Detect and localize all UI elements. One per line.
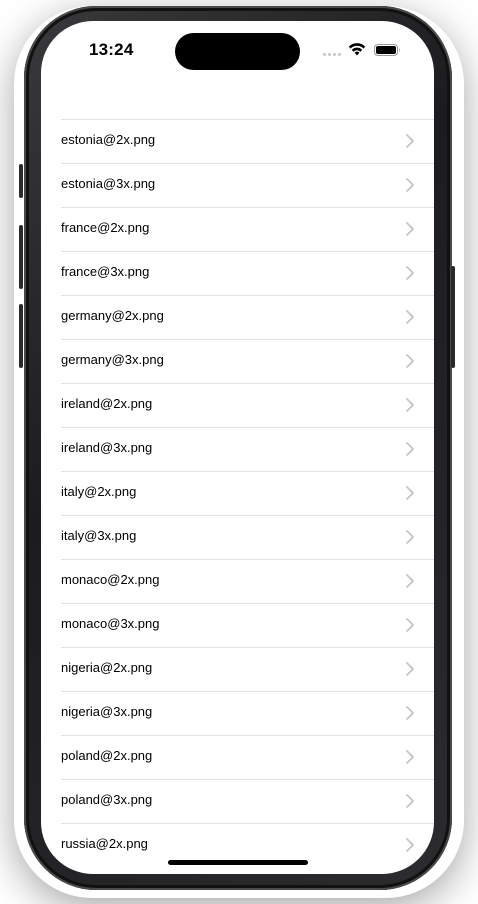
file-name-label: monaco@3x.png	[61, 616, 160, 631]
file-name-label: monaco@2x.png	[61, 572, 160, 587]
chevron-right-icon	[406, 354, 414, 368]
list-item[interactable]: italy@2x.png	[41, 471, 434, 515]
chevron-right-icon	[406, 222, 414, 236]
list-item[interactable]: france@3x.png	[41, 251, 434, 295]
chevron-right-icon	[406, 662, 414, 676]
list-item[interactable]: italy@3x.png	[41, 515, 434, 559]
file-name-label: italy@2x.png	[61, 484, 137, 499]
chevron-right-icon	[406, 442, 414, 456]
chevron-right-icon	[406, 266, 414, 280]
chevron-right-icon	[406, 574, 414, 588]
list-item[interactable]: estonia@2x.png	[41, 119, 434, 163]
file-name-label: italy@3x.png	[61, 528, 137, 543]
list-item[interactable]: germany@2x.png	[41, 295, 434, 339]
chevron-right-icon	[406, 310, 414, 324]
list-item[interactable]: nigeria@3x.png	[41, 691, 434, 735]
file-name-label: nigeria@2x.png	[61, 660, 153, 675]
chevron-right-icon	[406, 486, 414, 500]
file-name-label: germany@3x.png	[61, 352, 164, 367]
file-name-label: poland@3x.png	[61, 792, 153, 807]
volume-up-button	[19, 225, 23, 289]
file-name-label: nigeria@3x.png	[61, 704, 153, 719]
chevron-right-icon	[406, 618, 414, 632]
file-name-label: estonia@3x.png	[61, 176, 156, 191]
chevron-right-icon	[406, 398, 414, 412]
power-button	[451, 266, 455, 368]
cellular-signal-icon	[323, 53, 343, 57]
list-item[interactable]: monaco@2x.png	[41, 559, 434, 603]
screen: 13:24 estonia@2x.png estonia@3x.png france…	[41, 21, 434, 874]
file-name-label: russia@2x.png	[61, 836, 148, 851]
list-item[interactable]: poland@3x.png	[41, 779, 434, 823]
file-list: estonia@2x.png estonia@3x.png france@2x.pn…	[41, 119, 434, 867]
volume-down-button	[19, 304, 23, 368]
file-name-label: france@3x.png	[61, 264, 150, 279]
list-item[interactable]: germany@3x.png	[41, 339, 434, 383]
file-name-label: estonia@2x.png	[61, 132, 156, 147]
status-time: 13:24	[89, 40, 134, 59]
dynamic-island	[175, 33, 300, 70]
home-indicator[interactable]	[168, 860, 308, 865]
list-item[interactable]: ireland@2x.png	[41, 383, 434, 427]
chevron-right-icon	[406, 750, 414, 764]
chevron-right-icon	[406, 794, 414, 808]
list-item[interactable]: estonia@3x.png	[41, 163, 434, 207]
chevron-right-icon	[406, 838, 414, 852]
file-name-label: poland@2x.png	[61, 748, 153, 763]
chevron-right-icon	[406, 178, 414, 192]
battery-icon	[374, 44, 400, 56]
list-item[interactable]: ireland@3x.png	[41, 427, 434, 471]
file-name-label: france@2x.png	[61, 220, 150, 235]
file-name-label: ireland@2x.png	[61, 396, 153, 411]
list-item[interactable]: france@2x.png	[41, 207, 434, 251]
file-name-label: ireland@3x.png	[61, 440, 153, 455]
status-bar: 13:24	[41, 21, 434, 81]
wifi-icon	[348, 43, 366, 56]
silent-switch	[19, 164, 23, 198]
list-item[interactable]: monaco@3x.png	[41, 603, 434, 647]
chevron-right-icon	[406, 134, 414, 148]
stage: 13:24 estonia@2x.png estonia@3x.png france…	[0, 0, 478, 904]
chevron-right-icon	[406, 706, 414, 720]
chevron-right-icon	[406, 530, 414, 544]
list-item[interactable]: poland@2x.png	[41, 735, 434, 779]
file-name-label: germany@2x.png	[61, 308, 164, 323]
list-item[interactable]: nigeria@2x.png	[41, 647, 434, 691]
